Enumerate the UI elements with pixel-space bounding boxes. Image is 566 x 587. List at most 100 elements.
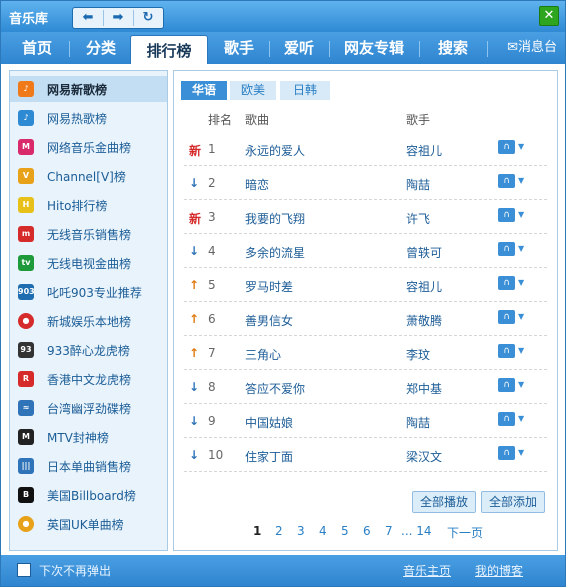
- tab-charts[interactable]: 排行榜: [130, 35, 208, 66]
- chevron-down-icon[interactable]: ▼: [518, 414, 524, 423]
- nav-divider: [103, 10, 104, 26]
- content-area: ♪ 网易新歌榜 ♪ 网易热歌榜 M 网络音乐金曲榜 V Channel[V]榜 …: [1, 64, 565, 555]
- chevron-down-icon[interactable]: ▼: [518, 176, 524, 185]
- sidebar-item-netease-hot[interactable]: ♪ 网易热歌榜: [10, 105, 167, 131]
- headphones-icon[interactable]: ∩: [498, 412, 515, 426]
- tab-favorites[interactable]: 爱听: [271, 32, 327, 64]
- artist-link[interactable]: 梁汉文: [406, 448, 442, 465]
- chart-logo-icon: R: [18, 371, 34, 387]
- sidebar-item-netease-new[interactable]: ♪ 网易新歌榜: [10, 76, 167, 102]
- subtab-chinese[interactable]: 华语: [181, 81, 227, 100]
- main-tab-bar: 首页 分类 排行榜 歌手 爱听 网友专辑 搜索 ✉消息台: [1, 32, 565, 66]
- song-title-link[interactable]: 多余的流星: [245, 244, 305, 261]
- headphones-icon[interactable]: ∩: [498, 208, 515, 222]
- tab-search[interactable]: 搜索: [423, 32, 483, 64]
- chevron-down-icon[interactable]: ▼: [518, 210, 524, 219]
- sidebar-item-online-music[interactable]: M 网络音乐金曲榜: [10, 134, 167, 160]
- song-title-link[interactable]: 永远的爱人: [245, 142, 305, 159]
- sidebar-item-wireless-sales[interactable]: m 无线音乐销售榜: [10, 221, 167, 247]
- sidebar-item-japan-singles[interactable]: ||| 日本单曲销售榜: [10, 453, 167, 479]
- message-center-link[interactable]: ✉消息台: [507, 32, 557, 64]
- tab-singers[interactable]: 歌手: [211, 32, 267, 64]
- song-title-link[interactable]: 罗马时差: [245, 278, 293, 295]
- song-title-link[interactable]: 我要的飞翔: [245, 210, 305, 227]
- chart-logo-icon: ≈: [18, 400, 34, 416]
- subtab-japan-korea[interactable]: 日韩: [280, 81, 330, 100]
- song-title-link[interactable]: 住家丁面: [245, 448, 293, 465]
- headphones-icon[interactable]: ∩: [498, 174, 515, 188]
- page-link[interactable]: 6: [363, 524, 371, 538]
- sidebar-item-hito[interactable]: H Hito排行榜: [10, 192, 167, 218]
- tab-user-albums[interactable]: 网友专辑: [331, 32, 417, 64]
- no-popup-checkbox[interactable]: [17, 563, 31, 577]
- tab-category[interactable]: 分类: [73, 32, 129, 64]
- headphones-icon[interactable]: ∩: [498, 446, 515, 460]
- page-link-current[interactable]: 1: [253, 524, 261, 538]
- chevron-down-icon[interactable]: ▼: [518, 244, 524, 253]
- sidebar-item-billboard[interactable]: B 美国Billboard榜: [10, 482, 167, 508]
- chevron-down-icon[interactable]: ▼: [518, 278, 524, 287]
- sidebar-item-channel-v[interactable]: V Channel[V]榜: [10, 163, 167, 189]
- chart-logo-icon: ♪: [18, 81, 34, 97]
- table-row: 新 3 我要的飞翔 许飞 ∩ ▼: [174, 200, 557, 234]
- artist-link[interactable]: 容祖儿: [406, 142, 442, 159]
- sidebar-item-uk-singles[interactable]: ● 英国UK单曲榜: [10, 511, 167, 537]
- sidebar-item-mtv[interactable]: M MTV封神榜: [10, 424, 167, 450]
- song-title-link[interactable]: 善男信女: [245, 312, 293, 329]
- sidebar-item-933[interactable]: 93 933醉心龙虎榜: [10, 337, 167, 363]
- chevron-down-icon[interactable]: ▼: [518, 448, 524, 457]
- song-title-link[interactable]: 答应不爱你: [245, 380, 305, 397]
- add-all-button[interactable]: 全部添加: [481, 491, 545, 513]
- page-link[interactable]: 5: [341, 524, 349, 538]
- next-page-link[interactable]: 下一页: [447, 524, 483, 541]
- sidebar-item-tvb[interactable]: tv 无线电视金曲榜: [10, 250, 167, 276]
- page-link[interactable]: 4: [319, 524, 327, 538]
- page-link[interactable]: 3: [297, 524, 305, 538]
- music-home-link[interactable]: 音乐主页: [403, 562, 451, 579]
- headphones-icon[interactable]: ∩: [498, 344, 515, 358]
- subtab-western[interactable]: 欧美: [230, 81, 276, 100]
- refresh-icon[interactable]: ↻: [135, 9, 161, 27]
- sidebar-item-label: 台湾幽浮劲碟榜: [47, 402, 132, 416]
- trend-new-badge: 新: [189, 212, 202, 226]
- play-all-button[interactable]: 全部播放: [412, 491, 476, 513]
- page-link[interactable]: 2: [275, 524, 283, 538]
- chevron-down-icon[interactable]: ▼: [518, 312, 524, 321]
- page-link-last[interactable]: ... 14: [401, 524, 432, 538]
- chevron-down-icon[interactable]: ▼: [518, 380, 524, 389]
- artist-link[interactable]: 陶喆: [406, 414, 430, 431]
- artist-link[interactable]: 容祖儿: [406, 278, 442, 295]
- left-arrow-icon[interactable]: ⬅: [75, 9, 101, 27]
- artist-link[interactable]: 郑中基: [406, 380, 442, 397]
- headphones-icon[interactable]: ∩: [498, 140, 515, 154]
- headphones-icon[interactable]: ∩: [498, 242, 515, 256]
- artist-link[interactable]: 许飞: [406, 210, 430, 227]
- right-arrow-icon[interactable]: ➡: [105, 9, 131, 27]
- song-title-link[interactable]: 三角心: [245, 346, 281, 363]
- headphones-icon[interactable]: ∩: [498, 276, 515, 290]
- artist-link[interactable]: 李玟: [406, 346, 430, 363]
- sidebar-item-taiwan-ufo[interactable]: ≈ 台湾幽浮劲碟榜: [10, 395, 167, 421]
- chevron-down-icon[interactable]: ▼: [518, 142, 524, 151]
- tab-home[interactable]: 首页: [9, 32, 65, 64]
- artist-link[interactable]: 萧敬腾: [406, 312, 442, 329]
- chevron-down-icon[interactable]: ▼: [518, 346, 524, 355]
- tab-divider: [329, 41, 330, 57]
- close-icon[interactable]: ✕: [539, 6, 559, 26]
- song-title-link[interactable]: 暗恋: [245, 176, 269, 193]
- sidebar-item-903[interactable]: 903 叱吒903专业推荐: [10, 279, 167, 305]
- chart-logo-icon: B: [18, 487, 34, 503]
- trend-up-arrow-icon: ↑: [189, 346, 200, 360]
- rank-number: 7: [208, 346, 216, 360]
- sidebar-item-label: 无线音乐销售榜: [47, 228, 132, 242]
- sidebar-item-metro[interactable]: ● 新城娱乐本地榜: [10, 308, 167, 334]
- my-blog-link[interactable]: 我的博客: [475, 562, 523, 579]
- headphones-icon[interactable]: ∩: [498, 378, 515, 392]
- artist-link[interactable]: 曾轶可: [406, 244, 442, 261]
- sidebar-item-rthk[interactable]: R 香港中文龙虎榜: [10, 366, 167, 392]
- headphones-icon[interactable]: ∩: [498, 310, 515, 324]
- artist-link[interactable]: 陶喆: [406, 176, 430, 193]
- sidebar-item-label: 叱吒903专业推荐: [47, 286, 142, 300]
- page-link[interactable]: 7: [385, 524, 393, 538]
- song-title-link[interactable]: 中国姑娘: [245, 414, 293, 431]
